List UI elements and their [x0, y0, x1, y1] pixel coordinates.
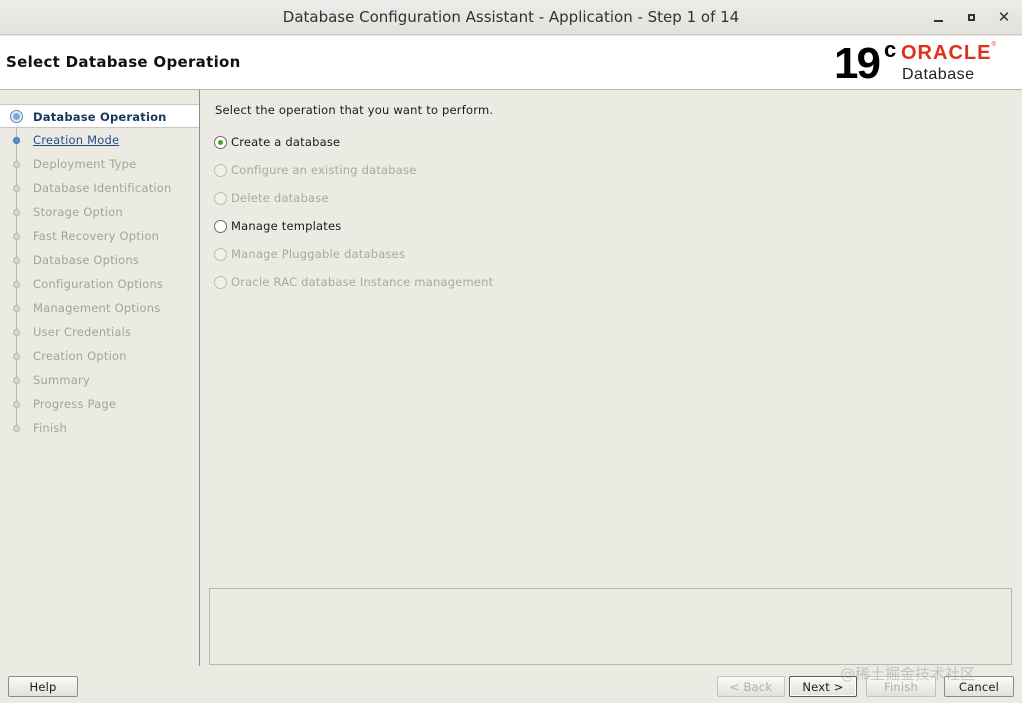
step-configuration-options: Configuration Options — [0, 272, 199, 296]
maximize-button[interactable] — [959, 6, 983, 28]
page-header: Select Database Operation 19 c ORACLE® Da… — [0, 36, 1022, 90]
step-dot-icon — [13, 425, 20, 432]
option-label: Configure an existing database — [231, 163, 417, 177]
step-fast-recovery-option: Fast Recovery Option — [0, 224, 199, 248]
option-create-database[interactable]: Create a database — [214, 133, 340, 151]
window-titlebar: Database Configuration Assistant - Appli… — [0, 0, 1022, 35]
step-database-operation[interactable]: Database Operation — [0, 104, 199, 128]
close-button[interactable]: ✕ — [992, 6, 1016, 28]
option-manage-templates[interactable]: Manage templates — [214, 217, 341, 235]
radio-button — [214, 275, 227, 289]
step-dot-icon — [13, 161, 20, 168]
step-user-credentials: User Credentials — [0, 320, 199, 344]
step-dot-icon — [13, 305, 20, 312]
option-label: Create a database — [231, 135, 341, 149]
step-creation-option: Creation Option — [0, 344, 199, 368]
radio-button — [214, 163, 227, 177]
option-rac-instance-management: Oracle RAC database Instance management — [214, 273, 493, 291]
step-finish: Finish — [0, 416, 199, 440]
step-progress-page: Progress Page — [0, 392, 199, 416]
step-dot-icon — [13, 185, 20, 192]
option-label: Manage templates — [231, 219, 342, 233]
step-dot-icon — [13, 209, 20, 216]
window-title: Database Configuration Assistant - Appli… — [282, 8, 740, 26]
help-button[interactable]: Help — [8, 676, 78, 697]
logo-product: Database — [902, 66, 975, 83]
step-deployment-type: Deployment Type — [0, 152, 199, 176]
radio-button — [214, 191, 227, 205]
step-dot-icon — [13, 281, 20, 288]
message-panel — [209, 588, 1012, 665]
steps-sidebar: Database Operation Creation Mode Deploym… — [0, 90, 200, 666]
step-dot-icon — [13, 353, 20, 360]
logo-brand: ORACLE® — [901, 42, 997, 64]
step-database-identification: Database Identification — [0, 176, 199, 200]
minimize-button[interactable] — [926, 6, 950, 28]
step-dot-icon — [13, 257, 20, 264]
step-dot-icon — [13, 401, 20, 408]
step-dot-icon — [13, 329, 20, 336]
step-database-options: Database Options — [0, 248, 199, 272]
option-label: Oracle RAC database Instance management — [231, 275, 494, 289]
watermark-text: @稀土掘金技术社区 — [840, 665, 976, 683]
step-summary: Summary — [0, 368, 199, 392]
oracle-logo: 19 c ORACLE® Database — [834, 37, 1019, 88]
option-label: Manage Pluggable databases — [231, 247, 406, 261]
option-label: Delete database — [231, 191, 329, 205]
instruction-text: Select the operation that you want to pe… — [215, 103, 494, 117]
step-dot-icon — [13, 377, 20, 384]
step-current-icon — [10, 110, 23, 123]
step-management-options: Management Options — [0, 296, 199, 320]
step-storage-option: Storage Option — [0, 200, 199, 224]
logo-version: 19 c — [834, 37, 897, 88]
maximize-icon — [967, 13, 975, 21]
radio-button[interactable] — [214, 219, 227, 233]
minimize-icon — [933, 20, 943, 22]
step-dot-icon — [13, 137, 20, 144]
step-dot-icon — [13, 233, 20, 240]
step-creation-mode[interactable]: Creation Mode — [0, 128, 199, 152]
page-title: Select Database Operation — [6, 53, 241, 71]
close-icon: ✕ — [997, 8, 1011, 26]
option-configure-existing-database: Configure an existing database — [214, 161, 417, 179]
option-delete-database: Delete database — [214, 189, 329, 207]
option-manage-pluggable-databases: Manage Pluggable databases — [214, 245, 405, 263]
radio-button — [214, 247, 227, 261]
main-content: Select the operation that you want to pe… — [201, 90, 1022, 666]
back-button: < Back — [717, 676, 785, 697]
radio-button-selected[interactable] — [214, 135, 227, 149]
